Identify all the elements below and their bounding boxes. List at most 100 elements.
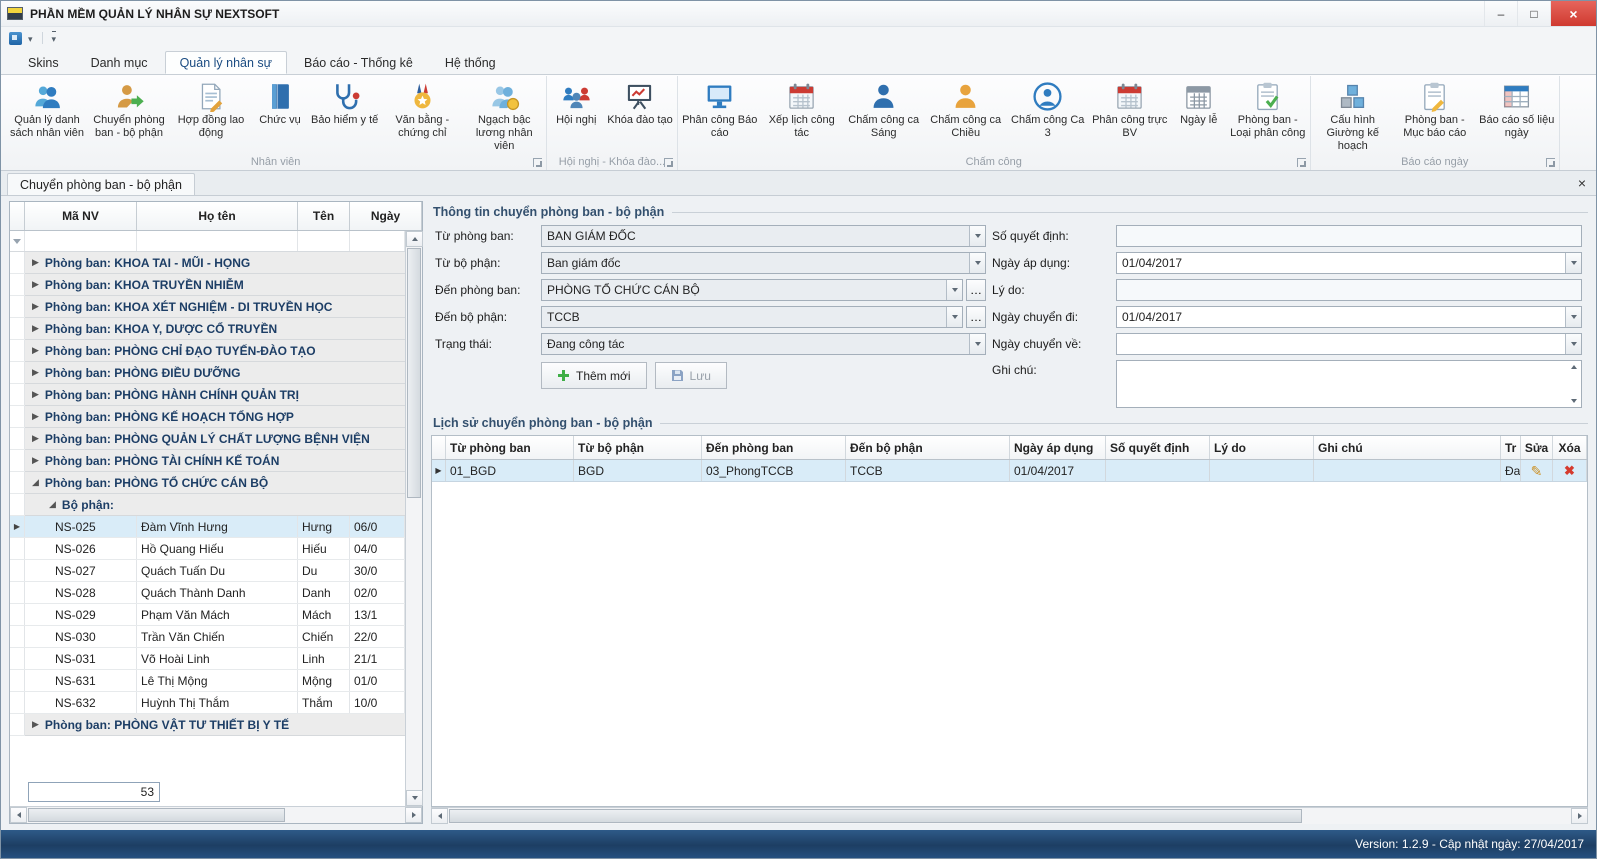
dropdown-arrow-icon[interactable] — [946, 307, 962, 327]
subgroup-row[interactable]: ◢Bộ phận: — [10, 494, 405, 516]
ribbon-button[interactable]: Chấm công ca Chiều — [925, 77, 1007, 140]
ngay-chuyen-ve-datepicker[interactable] — [1116, 333, 1582, 355]
history-column-header[interactable]: Đến phòng ban — [702, 436, 846, 459]
ribbon-button[interactable]: Phòng ban - Loại phân công — [1227, 77, 1309, 140]
scroll-down-icon[interactable] — [406, 790, 423, 806]
horizontal-scrollbar[interactable] — [431, 807, 1588, 824]
history-column-header[interactable]: Đến bộ phận — [846, 436, 1010, 459]
employee-row[interactable]: ▶NS-025Đàm Vĩnh HưngHưng06/0 — [10, 516, 405, 538]
dropdown-arrow-icon[interactable] — [946, 280, 962, 300]
expand-icon[interactable]: ▶ — [32, 719, 39, 730]
tab-skins[interactable]: Skins — [13, 51, 74, 74]
so-quyet-dinh-input[interactable] — [1116, 225, 1582, 247]
employee-row[interactable]: NS-029Phạm Văn MáchMách13/1 — [10, 604, 405, 626]
horizontal-scrollbar[interactable] — [10, 806, 422, 823]
ribbon-button[interactable]: Quản lý danh sách nhân viên — [6, 77, 88, 140]
group-row[interactable]: ▶Phòng ban: PHÒNG CHỈ ĐẠO TUYẾN-ĐÀO TẠO — [10, 340, 405, 362]
group-row[interactable]: ▶Phòng ban: PHÒNG KẾ HOẠCH TỔNG HỢP — [10, 406, 405, 428]
customize-toolbar-icon[interactable]: ▾ — [52, 31, 57, 45]
scrollbar-thumb[interactable] — [449, 809, 1302, 823]
group-row[interactable]: ▶Phòng ban: KHOA XÉT NGHIỆM - DI TRUYỀN … — [10, 296, 405, 318]
history-column-header[interactable]: Ghi chú — [1314, 436, 1501, 459]
group-row[interactable]: ▶Phòng ban: PHÒNG TÀI CHÍNH KẾ TOÁN — [10, 450, 405, 472]
group-row[interactable]: ▶Phòng ban: PHÒNG ĐIỀU DƯỠNG — [10, 362, 405, 384]
scrollbar-thumb[interactable] — [407, 248, 421, 498]
expand-icon[interactable]: ▶ — [32, 389, 39, 400]
den-phong-ban-combo[interactable]: PHÒNG TỔ CHỨC CÁN BỘ — [541, 279, 963, 301]
expand-icon[interactable]: ▶ — [32, 279, 39, 290]
column-header-ngay[interactable]: Ngày — [350, 202, 422, 230]
expand-icon[interactable]: ▶ — [32, 433, 39, 444]
delete-cell[interactable]: ✖ — [1553, 460, 1587, 481]
tab-danh-muc[interactable]: Danh mục — [76, 51, 163, 74]
column-header-ho-ten[interactable]: Họ tên — [137, 202, 298, 230]
app-menu-caret-icon[interactable]: ▾ — [28, 32, 33, 45]
ribbon-button[interactable]: Hội nghị — [548, 77, 604, 127]
dropdown-arrow-icon[interactable] — [1565, 253, 1581, 273]
group-row[interactable]: ▶Phòng ban: PHÒNG QUẢN LÝ CHẤT LƯỢNG BỆN… — [10, 428, 405, 450]
ly-do-input[interactable] — [1116, 279, 1582, 301]
employee-row[interactable]: NS-027Quách Tuấn DuDu30/0 — [10, 560, 405, 582]
group-row[interactable]: ▶Phòng ban: KHOA Y, DƯỢC CỔ TRUYỀN — [10, 318, 405, 340]
employee-row[interactable]: NS-030Trần Văn ChiếnChiến22/0 — [10, 626, 405, 648]
close-button[interactable]: × — [1550, 1, 1596, 26]
employee-row[interactable]: NS-031Võ Hoài LinhLinh21/1 — [10, 648, 405, 670]
dialog-launcher-icon[interactable] — [664, 158, 673, 167]
ribbon-button[interactable]: Chấm công ca Sáng — [843, 77, 925, 140]
them-moi-button[interactable]: Thêm mới — [541, 362, 647, 389]
expand-icon[interactable]: ▶ — [32, 345, 39, 356]
ribbon-button[interactable]: Ngày lễ — [1171, 77, 1227, 127]
dropdown-arrow-icon[interactable] — [969, 334, 985, 354]
edit-pencil-icon[interactable]: ✎ — [1531, 464, 1543, 478]
history-column-header[interactable]: Tr — [1501, 436, 1521, 459]
expand-icon[interactable]: ▶ — [32, 257, 39, 268]
ribbon-button[interactable]: Phân công Báo cáo — [679, 77, 761, 140]
dialog-launcher-icon[interactable] — [533, 158, 542, 167]
scroll-right-icon[interactable] — [405, 807, 422, 823]
ribbon-button[interactable]: Cấu hình Giường kế hoạch — [1312, 77, 1394, 153]
history-column-header[interactable]: Ngày áp dụng — [1010, 436, 1106, 459]
history-column-header[interactable]: Xóa — [1553, 436, 1587, 459]
ribbon-button[interactable]: Hợp đồng lao động — [170, 77, 252, 140]
ribbon-button[interactable]: Ngạch bậc lương nhân viên — [463, 77, 545, 153]
filter-cell[interactable] — [298, 231, 350, 251]
column-header-ten[interactable]: Tên — [298, 202, 350, 230]
history-column-header[interactable]: Lý do — [1210, 436, 1314, 459]
ngay-ap-dung-datepicker[interactable]: 01/04/2017 — [1116, 252, 1582, 274]
ribbon-button[interactable]: Chấm công Ca 3 — [1007, 77, 1089, 140]
ribbon-button[interactable]: Chuyển phòng ban - bộ phận — [88, 77, 170, 140]
den-phong-ban-browse-button[interactable]: … — [966, 279, 986, 301]
luu-button[interactable]: Lưu — [655, 362, 727, 389]
document-tab-chuyen-phong-ban[interactable]: Chuyển phòng ban - bộ phận — [7, 173, 195, 195]
dropdown-arrow-icon[interactable] — [1565, 334, 1581, 354]
dropdown-arrow-icon[interactable] — [969, 253, 985, 273]
delete-x-icon[interactable]: ✖ — [1564, 464, 1575, 477]
tab-bao-cao-thong-ke[interactable]: Báo cáo - Thống kê — [289, 51, 428, 74]
tu-bo-phan-combo[interactable]: Ban giám đốc — [541, 252, 986, 274]
ribbon-button[interactable]: Khóa đào tạo — [604, 77, 675, 127]
expand-icon[interactable]: ▶ — [32, 455, 39, 466]
dialog-launcher-icon[interactable] — [1297, 158, 1306, 167]
ribbon-button[interactable]: Chức vụ — [252, 77, 308, 127]
scroll-left-icon[interactable] — [431, 808, 448, 824]
history-column-header[interactable]: Từ bộ phận — [574, 436, 702, 459]
employee-row[interactable]: NS-026Hồ Quang HiếuHiếu04/0 — [10, 538, 405, 560]
vertical-scrollbar[interactable] — [405, 231, 422, 806]
den-bo-phan-combo[interactable]: TCCB — [541, 306, 963, 328]
history-column-header[interactable]: Sửa — [1521, 436, 1553, 459]
ghi-chu-textarea[interactable] — [1116, 360, 1582, 408]
employee-row[interactable]: NS-632Huỳnh Thị ThắmThắm10/0 — [10, 692, 405, 714]
dropdown-arrow-icon[interactable] — [969, 226, 985, 246]
filter-cell[interactable] — [137, 231, 298, 251]
tab-quan-ly-nhan-su[interactable]: Quản lý nhân sự — [165, 51, 287, 74]
group-row[interactable]: ▶Phòng ban: PHÒNG HÀNH CHÍNH QUẢN TRỊ — [10, 384, 405, 406]
trang-thai-combo[interactable]: Đang công tác — [541, 333, 986, 355]
minimize-button[interactable]: – — [1484, 1, 1517, 26]
employee-row[interactable]: NS-028Quách Thành DanhDanh02/0 — [10, 582, 405, 604]
group-row[interactable]: ▶Phòng ban: KHOA TAI - MŨI - HỌNG — [10, 252, 405, 274]
group-row[interactable]: ▶Phòng ban: PHÒNG VẬT TƯ THIẾT BỊ Y TẾ — [10, 714, 405, 736]
ngay-chuyen-di-datepicker[interactable]: 01/04/2017 — [1116, 306, 1582, 328]
maximize-button[interactable]: □ — [1517, 1, 1550, 26]
collapse-icon[interactable]: ◢ — [49, 499, 56, 510]
collapse-icon[interactable]: ◢ — [32, 477, 39, 488]
